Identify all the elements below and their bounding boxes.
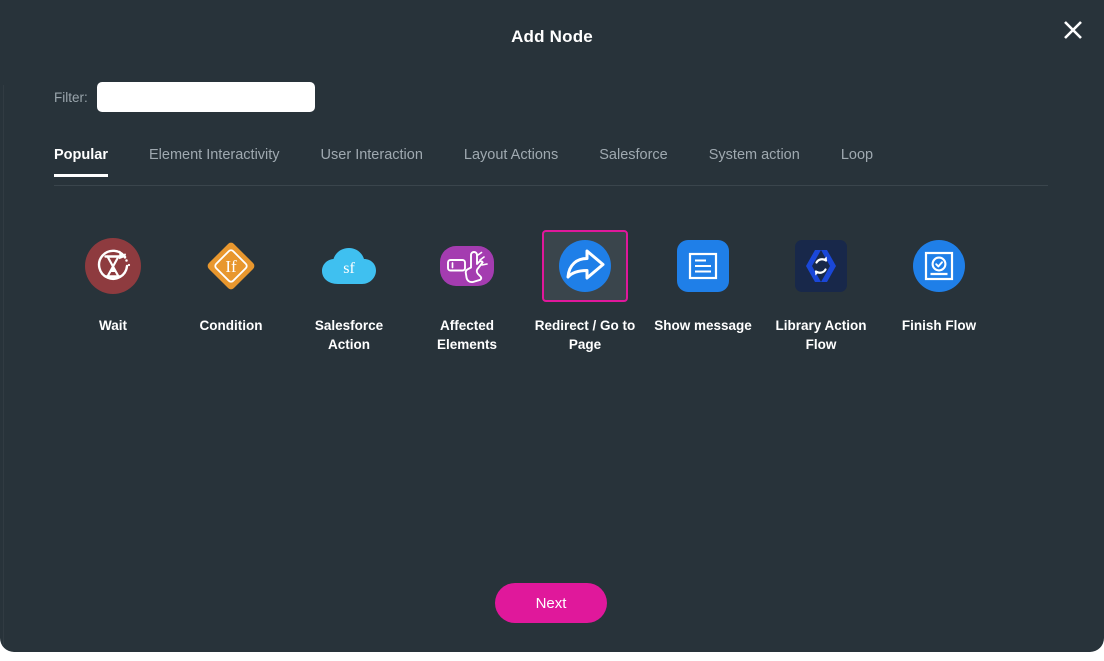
redirect-arrow-icon [559, 240, 611, 292]
node-icon-frame [70, 230, 156, 302]
tab-element-interactivity[interactable]: Element Interactivity [149, 147, 280, 176]
tab-popular[interactable]: Popular [54, 147, 108, 177]
node-option-redirect-go-to-page[interactable]: Redirect / Go to Page [526, 222, 644, 354]
tab-user-interaction[interactable]: User Interaction [321, 147, 423, 176]
node-option-library-action-flow[interactable]: Library Action Flow [762, 222, 880, 354]
condition-diamond-if-icon: If [207, 242, 255, 290]
tab-salesforce[interactable]: Salesforce [599, 147, 668, 176]
node-type-grid: Wait If Condition sf Salesforce Action A… [54, 222, 1048, 354]
tab-loop[interactable]: Loop [841, 147, 873, 176]
svg-text:sf: sf [343, 260, 355, 277]
filter-label: Filter: [54, 89, 88, 105]
node-icon-frame: sf [306, 230, 392, 302]
node-option-label: Condition [199, 318, 263, 333]
tab-layout-actions[interactable]: Layout Actions [464, 147, 558, 176]
finish-flow-check-icon [913, 240, 965, 292]
node-icon-frame-selected [542, 230, 628, 302]
affected-elements-hand-icon [440, 246, 494, 286]
node-icon-frame [660, 230, 746, 302]
node-option-label: Redirect / Go to Page [534, 318, 636, 352]
next-button[interactable]: Next [495, 583, 607, 623]
filter-row: Filter: [54, 82, 315, 112]
category-tabs: Popular Element Interactivity User Inter… [54, 147, 1048, 186]
node-icon-frame [896, 230, 982, 302]
show-message-document-icon [677, 240, 729, 292]
node-option-salesforce-action[interactable]: sf Salesforce Action [290, 222, 408, 354]
node-option-label: Affected Elements [436, 318, 498, 352]
node-icon-frame [424, 230, 510, 302]
node-option-label: Library Action Flow [775, 318, 867, 352]
page-title: Add Node [511, 27, 593, 46]
node-option-show-message[interactable]: Show message [644, 222, 762, 354]
node-option-label: Show message [654, 318, 752, 333]
node-option-condition[interactable]: If Condition [172, 222, 290, 354]
dialog-inner-edge [3, 85, 4, 645]
library-action-flow-code-icon [795, 240, 847, 292]
filter-input[interactable] [96, 82, 315, 112]
close-icon[interactable] [1056, 13, 1090, 47]
node-option-finish-flow[interactable]: Finish Flow [880, 222, 998, 354]
svg-text:If: If [225, 257, 237, 276]
node-option-affected-elements[interactable]: Affected Elements [408, 222, 526, 354]
add-node-dialog: Add Node Filter: Popular Element Interac… [0, 0, 1104, 652]
node-icon-frame [778, 230, 864, 302]
node-option-label: Salesforce Action [314, 318, 384, 352]
node-option-wait[interactable]: Wait [54, 222, 172, 354]
wait-hourglass-icon [85, 238, 141, 294]
salesforce-cloud-icon: sf [322, 248, 376, 284]
node-option-label: Finish Flow [901, 318, 977, 333]
node-option-label: Wait [99, 318, 127, 333]
dialog-header: Add Node [0, 0, 1104, 80]
node-icon-frame: If [188, 230, 274, 302]
tab-system-action[interactable]: System action [709, 147, 800, 176]
